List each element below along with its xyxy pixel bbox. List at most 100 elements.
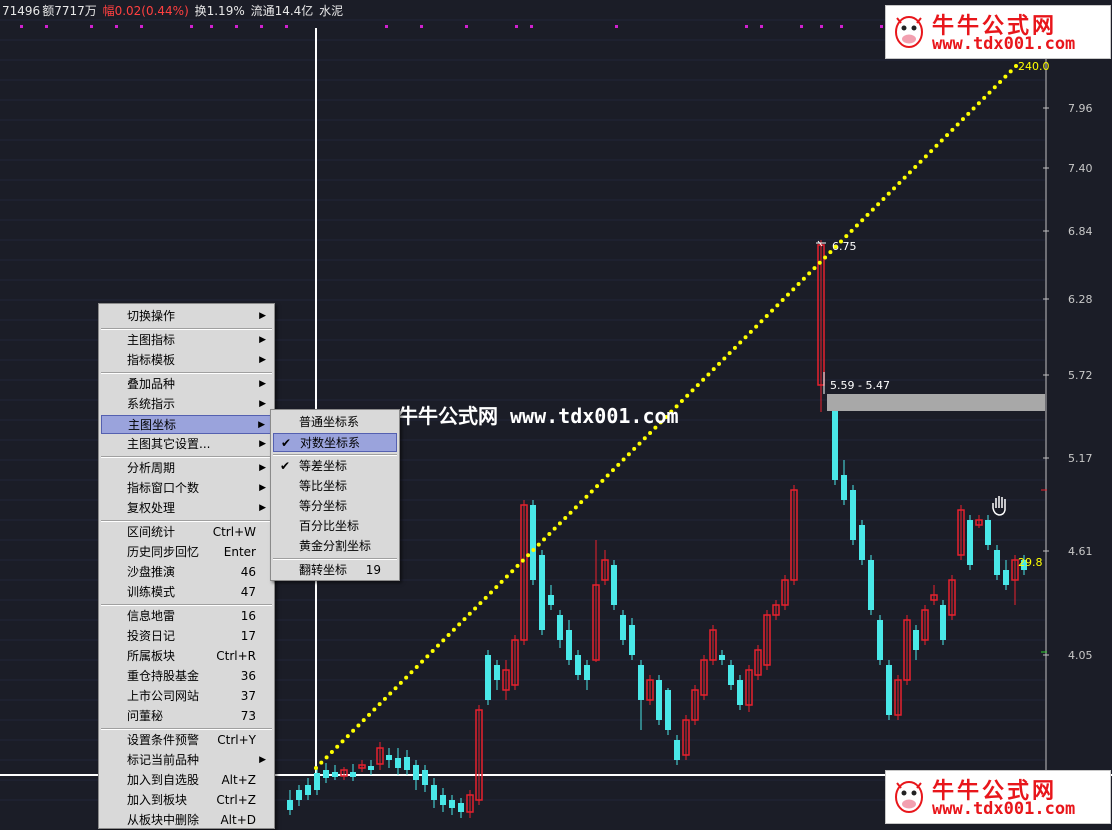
- submenu-item[interactable]: 等分坐标: [273, 497, 397, 516]
- trend-dot: [462, 617, 467, 622]
- context-menu-item[interactable]: 重仓持股基金 36: [101, 667, 272, 686]
- trend-dot: [945, 133, 950, 138]
- context-menu-item[interactable]: 标记当前品种 ▶: [101, 751, 272, 770]
- context-menu-item[interactable]: 训练模式 47: [101, 583, 272, 602]
- context-menu-item[interactable]: 系统指示 ▶: [101, 395, 272, 414]
- candle-down: [638, 665, 644, 700]
- menu-shortcut: 17: [240, 629, 256, 643]
- context-menu-item[interactable]: 信息地雷 16: [101, 607, 272, 626]
- trend-dot: [992, 85, 997, 90]
- trend-dot: [833, 244, 838, 249]
- candle-down: [458, 803, 464, 812]
- context-menu-item[interactable]: 所属板块 Ctrl+R: [101, 647, 272, 666]
- trend-dot: [489, 590, 493, 595]
- context-menu-item[interactable]: 指标窗口个数 ▶: [101, 479, 272, 498]
- candle-down: [575, 655, 581, 675]
- candle-down: [422, 770, 428, 785]
- menu-item-label: 主图坐标: [128, 418, 177, 432]
- trend-dot: [542, 537, 547, 542]
- trend-dot: [393, 686, 398, 691]
- context-menu-item[interactable]: 历史同步回忆 Enter: [101, 543, 272, 562]
- candle-down: [485, 655, 491, 700]
- menu-item-label: 沙盘推演: [127, 565, 176, 579]
- menu-item-label: 系统指示: [127, 397, 176, 411]
- context-menu-item[interactable]: 加入到板块 Ctrl+Z: [101, 791, 272, 810]
- trend-dot: [324, 755, 329, 760]
- menu-item-label: 加入到板块: [127, 793, 188, 807]
- candle-down: [449, 800, 455, 808]
- trend-dot: [892, 186, 897, 191]
- trend-dot: [886, 191, 891, 196]
- context-menu-item[interactable]: 沙盘推演 46: [101, 563, 272, 582]
- candle-down: [323, 770, 329, 778]
- context-menu: 切换操作 ▶ 主图指标 ▶ 指标模板 ▶ 叠加品种 ▶ 系统指示 ▶ 主图坐标 ▶ 主图其它设置... ▶…: [98, 303, 275, 829]
- menu-shortcut: 73: [240, 709, 256, 723]
- menu-item-label: 等分坐标: [299, 499, 348, 513]
- context-menu-item[interactable]: 区间统计 Ctrl+W: [101, 523, 272, 542]
- candle-down: [994, 550, 1000, 575]
- trend-dot: [441, 638, 446, 643]
- context-menu-item[interactable]: 指标模板 ▶: [101, 351, 272, 370]
- context-menu-item[interactable]: 叠加品种 ▶: [101, 375, 272, 394]
- trend-dot: [876, 202, 881, 207]
- signal-marker: [840, 25, 843, 28]
- candle-down: [665, 690, 671, 730]
- trend-dot: [367, 712, 372, 717]
- trend-dot: [610, 468, 615, 473]
- trend-dot: [923, 154, 928, 159]
- quote-header: 71496 额7717万 幅0.02(0.44%) 换1.19% 流通14.4亿 …: [0, 0, 345, 22]
- site-logo-top: 牛牛公式网 www.tdx001.com: [885, 5, 1111, 59]
- candle-down: [886, 665, 892, 715]
- menu-shortcut: 37: [240, 689, 256, 703]
- submenu-item[interactable]: 对数坐标系 ✔: [273, 433, 397, 452]
- context-menu-item[interactable]: 加入到自选股 Alt+Z: [101, 771, 272, 790]
- trend-dot: [510, 569, 515, 574]
- price-tick-label: 5.72: [1068, 369, 1093, 382]
- context-menu-item[interactable]: 投资日记 17: [101, 627, 272, 646]
- submenu-arrow-icon: ▶: [259, 439, 266, 449]
- signal-marker: [880, 25, 883, 28]
- trend-dot: [860, 218, 865, 223]
- candle-down: [719, 655, 725, 660]
- trend-dot: [398, 680, 403, 685]
- candle-down: [395, 758, 401, 768]
- trend-dot: [929, 149, 934, 154]
- trend-dot: [499, 579, 504, 584]
- context-menu-item[interactable]: 主图指标 ▶: [101, 331, 272, 350]
- trend-dot: [340, 739, 345, 744]
- trend-dot: [335, 744, 340, 749]
- context-menu-item[interactable]: 设置条件预警 Ctrl+Y: [101, 731, 272, 750]
- submenu-item[interactable]: 等比坐标: [273, 477, 397, 496]
- trend-dot: [976, 101, 981, 106]
- context-menu-item[interactable]: 上市公司网站 37: [101, 687, 272, 706]
- context-menu-item[interactable]: 复权处理 ▶: [101, 499, 272, 518]
- cow-logo-icon: [895, 781, 923, 813]
- trend-dot: [526, 553, 531, 558]
- submenu-item[interactable]: 等差坐标 ✔: [273, 457, 397, 476]
- submenu-item[interactable]: 翻转坐标 19: [273, 561, 397, 580]
- menu-item-label: 对数坐标系: [300, 436, 361, 450]
- trend-dot: [404, 675, 409, 680]
- trend-dot: [987, 90, 992, 95]
- trend-dot: [770, 308, 775, 313]
- candle-down: [296, 790, 302, 800]
- context-menu-item[interactable]: 主图坐标 ▶: [101, 415, 272, 434]
- trend-dot: [812, 266, 817, 271]
- trend-dot: [732, 345, 737, 350]
- price-tick-label: 5.17: [1068, 452, 1093, 465]
- context-menu-item[interactable]: 切换操作 ▶: [101, 307, 272, 326]
- price-tick-label: 6.84: [1068, 225, 1093, 238]
- candle-down: [539, 555, 545, 630]
- trend-dot: [648, 430, 653, 435]
- trend-dot: [642, 436, 647, 441]
- submenu-item[interactable]: 普通坐标系: [273, 413, 397, 432]
- trend-dot: [563, 516, 568, 521]
- submenu-item[interactable]: 黄金分割坐标: [273, 537, 397, 556]
- float-value: 流通14.4亿: [250, 4, 314, 18]
- context-menu-item[interactable]: 分析周期 ▶: [101, 459, 272, 478]
- submenu-item[interactable]: 百分比坐标: [273, 517, 397, 536]
- context-menu-item[interactable]: 从板块中删除 Alt+D: [101, 811, 272, 830]
- context-menu-item[interactable]: 问董秘 73: [101, 707, 272, 726]
- context-menu-item[interactable]: 主图其它设置... ▶: [101, 435, 272, 454]
- menu-separator: [101, 520, 272, 522]
